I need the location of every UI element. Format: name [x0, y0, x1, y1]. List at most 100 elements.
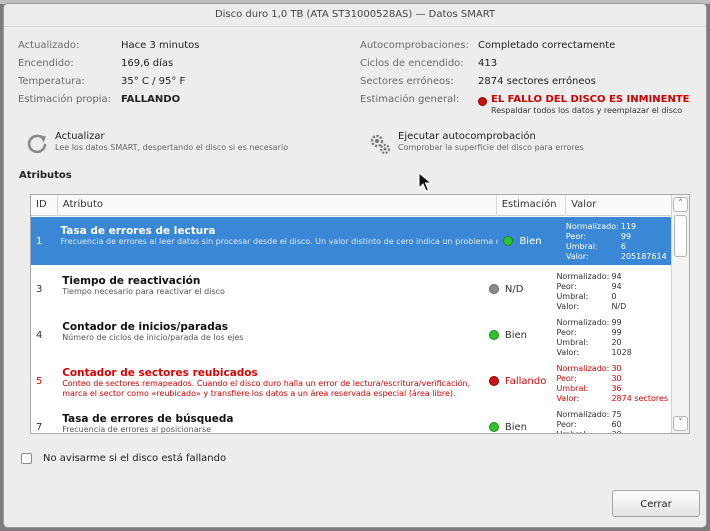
attribute-cell: Tasa de errores de lectura Frecuencia de… — [55, 217, 498, 265]
info-label: Sectores erróneos: — [360, 76, 454, 87]
assessment-cell: Bien — [498, 217, 560, 265]
value-cell: Normalizado: 94 Peor: 94 Umbral: 0 Valor: N/… — [551, 267, 671, 311]
worst-value: 99 — [611, 328, 622, 337]
attribute-name: Tiempo de reactivación — [62, 275, 201, 287]
status-failing-icon — [488, 376, 499, 386]
table-row[interactable]: 1 Tasa de errores de lectura Frecuencia … — [31, 217, 671, 265]
attribute-id: 1 — [36, 235, 43, 247]
info-right-column: Autocomprobaciones: Completado correctame… — [360, 37, 690, 115]
value-key: Peor: — [556, 420, 577, 429]
value-cell: Normalizado: 119 Peor: 99 Umbral: 6 Valor: 2… — [561, 217, 671, 265]
refresh-subtitle: Lee los datos SMART, despertando el disc… — [55, 143, 289, 152]
info-self-assessment: Estimación propia: FALLANDO — [18, 91, 199, 109]
column-header-assessment[interactable]: Estimación — [497, 195, 567, 215]
info-value: 169,6 días — [121, 58, 174, 69]
column-header-id[interactable]: ID — [31, 195, 58, 215]
assessment-text: Bien — [504, 421, 527, 433]
refresh-action[interactable]: Actualizar Lee los datos SMART, desperta… — [25, 130, 288, 160]
attribute-cell: Contador de inicios/paradas Número de ci… — [57, 313, 484, 357]
attribute-id: 7 — [36, 421, 43, 433]
assessment-text: N/D — [504, 283, 524, 295]
table-row[interactable]: 3 Tiempo de reactivación Tiempo necesari… — [31, 267, 671, 311]
normalized-value: 75 — [611, 410, 622, 419]
worst-value: 30 — [611, 374, 622, 383]
window-title: Disco duro 1,0 TB (ATA ST31000528AS) — D… — [4, 4, 706, 27]
assessment-cell: Bien — [484, 405, 552, 433]
overall-assessment: EL FALLO DEL DISCO ES INMINENTE Respaldar… — [491, 91, 690, 116]
worst-value: 60 — [611, 420, 622, 429]
assessment-cell: Fallando — [484, 359, 552, 403]
info-bad-sectors: Sectores erróneos: 2874 sectores erróneos — [360, 73, 690, 91]
normalized-value: 119 — [620, 222, 637, 231]
raw-value: 205187614 — [620, 252, 667, 261]
info-label: Temperatura: — [18, 76, 85, 87]
attributes-table: ID Atributo Estimación Valor 1 Tasa de e… — [30, 194, 690, 434]
attribute-description: Tiempo necesario para reactivar el disco — [62, 287, 225, 296]
value-key: Normalizado: — [556, 410, 610, 419]
table-header: ID Atributo Estimación Valor — [31, 195, 689, 216]
info-updated: Actualizado: Hace 3 minutos — [18, 37, 199, 55]
column-header-attribute[interactable]: Atributo — [58, 195, 497, 215]
worst-value: 99 — [620, 232, 632, 241]
value-key: Umbral: — [556, 338, 589, 347]
info-overall-assessment: Estimación general: EL FALLO DEL DISCO ES… — [360, 91, 690, 115]
assessment-text: Bien — [504, 329, 527, 341]
info-value: 413 — [478, 58, 498, 69]
status-unknown-icon — [488, 284, 499, 294]
refresh-title: Actualizar — [55, 131, 105, 142]
info-label: Actualizado: — [18, 40, 80, 51]
scroll-up-icon[interactable]: ˄ — [673, 197, 688, 212]
value-key: Umbral: — [556, 384, 589, 393]
table-scrollbar[interactable]: ˄ ˅ — [671, 195, 689, 433]
dont-warn-label: No avisarme si el disco está fallando — [43, 453, 227, 464]
self-assessment-status: FALLANDO — [121, 94, 181, 105]
attribute-id: 5 — [36, 375, 43, 387]
value-key: Normalizado: — [556, 318, 610, 327]
value-key: Normalizado: — [556, 272, 610, 281]
assessment-cell: Bien — [484, 313, 552, 357]
close-button[interactable]: Cerrar — [612, 490, 700, 517]
assessment-text: Fallando — [504, 375, 547, 387]
info-left-column: Actualizado: Hace 3 minutos Encendido: 169… — [18, 37, 199, 109]
gears-icon — [370, 134, 391, 155]
scroll-down-icon[interactable]: ˅ — [673, 416, 688, 431]
normalized-value: 30 — [611, 364, 622, 373]
run-self-test-action[interactable]: Ejecutar autocomprobación Comprobar la s… — [368, 130, 584, 160]
value-key: Umbral: — [556, 430, 611, 433]
info-self-tests: Autocomprobaciones: Completado correctame… — [360, 37, 690, 55]
info-value: Completado correctamente — [478, 40, 616, 51]
value-cell: Normalizado:75 Peor: 60 Umbral:30 — [551, 405, 671, 433]
attribute-cell: Tiempo de reactivación Tiempo necesario … — [57, 267, 484, 311]
value-key: Peor: — [565, 232, 587, 241]
table-row[interactable]: 4 Contador de inicios/paradas Número de … — [31, 313, 671, 357]
value-key: Umbral: — [565, 242, 598, 251]
attribute-cell: Tasa de errores de búsqueda Frecuencia d… — [57, 405, 484, 433]
status-ok-icon — [488, 330, 499, 340]
info-label: Ciclos de encendido: — [360, 58, 464, 69]
dont-warn-option[interactable]: No avisarme si el disco está fallando — [21, 453, 226, 464]
table-row[interactable]: 5 Contador de sectores reubicados Conteo… — [31, 359, 671, 403]
info-label: Autocomprobaciones: — [360, 40, 469, 51]
table-row[interactable]: 7 Tasa de errores de búsqueda Frecuencia… — [31, 405, 671, 433]
scrollbar-thumb[interactable] — [674, 215, 687, 257]
value-key: Valor: — [565, 252, 589, 261]
dont-warn-checkbox[interactable] — [21, 453, 32, 464]
worst-value: 94 — [611, 282, 622, 291]
status-ok-icon — [488, 422, 499, 432]
value-key: Valor: — [556, 394, 580, 403]
attribute-description: Número de ciclos de inicio/parada de los… — [62, 333, 244, 342]
raw-value: N/D — [611, 302, 627, 311]
info-temperature: Temperatura: 35° C / 95° F — [18, 73, 199, 91]
assessment-text: Bien — [519, 235, 542, 247]
failure-status-icon — [478, 97, 487, 106]
normalized-value: 94 — [611, 272, 622, 281]
threshold-value: 6 — [620, 242, 626, 251]
threshold-value: 36 — [611, 384, 622, 393]
raw-value: 2874 sectores — [611, 394, 669, 403]
value-key: Normalizado: — [565, 222, 619, 231]
overall-assessment-advice: Respaldar todos los datos y reemplazar e… — [491, 106, 683, 115]
refresh-icon — [27, 134, 47, 154]
value-key: Peor: — [556, 328, 577, 337]
overall-assessment-status: EL FALLO DEL DISCO ES INMINENTE — [491, 94, 690, 105]
attribute-name: Tasa de errores de búsqueda — [62, 413, 234, 425]
